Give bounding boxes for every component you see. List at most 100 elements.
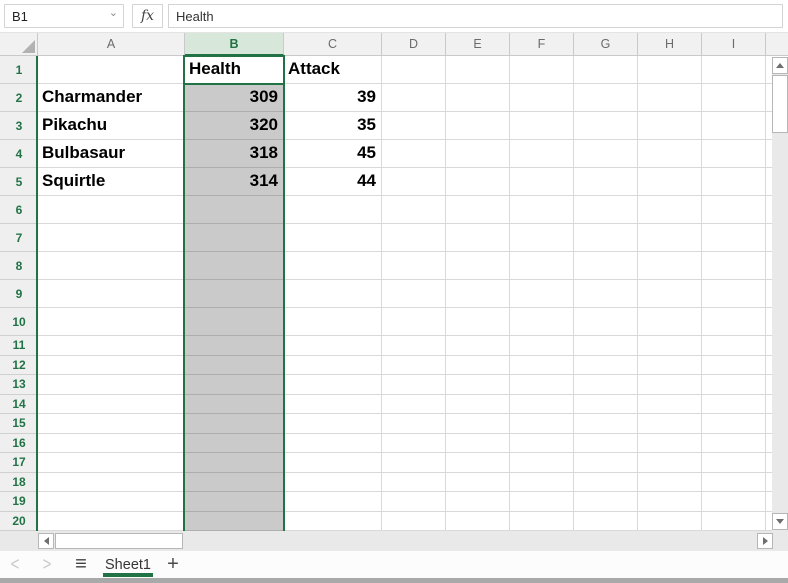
row-header-12[interactable]: 12 [0, 356, 38, 376]
cell-E13[interactable] [446, 375, 510, 395]
cell-C7[interactable] [284, 224, 382, 252]
cell-I10[interactable] [702, 308, 766, 336]
cell-C4[interactable]: 45 [284, 140, 382, 168]
cell-C10[interactable] [284, 308, 382, 336]
cell-H17[interactable] [638, 453, 702, 473]
cell-E12[interactable] [446, 356, 510, 376]
cell-F15[interactable] [510, 414, 574, 434]
cell-F14[interactable] [510, 395, 574, 415]
cell-F20[interactable] [510, 512, 574, 532]
cell-F1[interactable] [510, 56, 574, 84]
cell-H8[interactable] [638, 252, 702, 280]
cell-I14[interactable] [702, 395, 766, 415]
scroll-left-button[interactable] [38, 533, 54, 549]
cell-A3[interactable]: Pikachu [38, 112, 185, 140]
sheet-menu-icon[interactable]: ≡ [68, 551, 94, 578]
cell-D20[interactable] [382, 512, 446, 532]
column-header-G[interactable]: G [574, 33, 638, 56]
cell-D16[interactable] [382, 434, 446, 454]
cell-H11[interactable] [638, 336, 702, 356]
cell-A4[interactable]: Bulbasaur [38, 140, 185, 168]
cell-D12[interactable] [382, 356, 446, 376]
cell-G11[interactable] [574, 336, 638, 356]
cell-I2[interactable] [702, 84, 766, 112]
cell-D19[interactable] [382, 492, 446, 512]
cell-C1[interactable]: Attack [284, 56, 382, 84]
column-header-C[interactable]: C [284, 33, 382, 56]
cell-F12[interactable] [510, 356, 574, 376]
row-header-9[interactable]: 9 [0, 280, 38, 308]
cell-A15[interactable] [38, 414, 185, 434]
cell-B10[interactable] [185, 308, 284, 336]
cell-B16[interactable] [185, 434, 284, 454]
cell-I3[interactable] [702, 112, 766, 140]
horizontal-scrollbar[interactable] [0, 531, 788, 551]
cell-D2[interactable] [382, 84, 446, 112]
cell-I11[interactable] [702, 336, 766, 356]
cell-B8[interactable] [185, 252, 284, 280]
cell-F3[interactable] [510, 112, 574, 140]
cell-G4[interactable] [574, 140, 638, 168]
column-header-E[interactable]: E [446, 33, 510, 56]
cell-G18[interactable] [574, 473, 638, 493]
cell-E17[interactable] [446, 453, 510, 473]
cell-D13[interactable] [382, 375, 446, 395]
name-box-dropdown-icon[interactable]: ⌄ [109, 6, 118, 19]
name-box[interactable]: B1 ⌄ [4, 4, 124, 28]
column-header-I[interactable]: I [702, 33, 766, 56]
vertical-scrollbar-thumb[interactable] [772, 75, 788, 133]
cell-A1[interactable] [38, 56, 185, 84]
cell-I15[interactable] [702, 414, 766, 434]
cell-B11[interactable] [185, 336, 284, 356]
cell-C16[interactable] [284, 434, 382, 454]
cell-C18[interactable] [284, 473, 382, 493]
sheet-tab-sheet1[interactable]: Sheet1 [100, 551, 156, 578]
cell-G20[interactable] [574, 512, 638, 532]
cell-C13[interactable] [284, 375, 382, 395]
cell-D15[interactable] [382, 414, 446, 434]
cell-I19[interactable] [702, 492, 766, 512]
row-header-11[interactable]: 11 [0, 336, 38, 356]
row-header-7[interactable]: 7 [0, 224, 38, 252]
cell-H16[interactable] [638, 434, 702, 454]
cell-D11[interactable] [382, 336, 446, 356]
row-header-8[interactable]: 8 [0, 252, 38, 280]
cell-F6[interactable] [510, 196, 574, 224]
cell-G9[interactable] [574, 280, 638, 308]
cell-A8[interactable] [38, 252, 185, 280]
cell-B3[interactable]: 320 [185, 112, 284, 140]
cell-B7[interactable] [185, 224, 284, 252]
row-header-14[interactable]: 14 [0, 395, 38, 415]
cell-C12[interactable] [284, 356, 382, 376]
cell-B5[interactable]: 314 [185, 168, 284, 196]
cell-H7[interactable] [638, 224, 702, 252]
cell-I8[interactable] [702, 252, 766, 280]
cell-B17[interactable] [185, 453, 284, 473]
cell-C2[interactable]: 39 [284, 84, 382, 112]
cell-H4[interactable] [638, 140, 702, 168]
cell-C14[interactable] [284, 395, 382, 415]
cell-A5[interactable]: Squirtle [38, 168, 185, 196]
cell-E18[interactable] [446, 473, 510, 493]
cell-F7[interactable] [510, 224, 574, 252]
cell-E15[interactable] [446, 414, 510, 434]
cell-B18[interactable] [185, 473, 284, 493]
cell-D8[interactable] [382, 252, 446, 280]
cell-G10[interactable] [574, 308, 638, 336]
cell-C17[interactable] [284, 453, 382, 473]
cell-I16[interactable] [702, 434, 766, 454]
cell-D4[interactable] [382, 140, 446, 168]
cell-E16[interactable] [446, 434, 510, 454]
cell-I9[interactable] [702, 280, 766, 308]
column-header-B[interactable]: B [185, 33, 284, 56]
row-header-6[interactable]: 6 [0, 196, 38, 224]
cell-G13[interactable] [574, 375, 638, 395]
cell-B19[interactable] [185, 492, 284, 512]
row-header-3[interactable]: 3 [0, 112, 38, 140]
cell-B13[interactable] [185, 375, 284, 395]
row-header-17[interactable]: 17 [0, 453, 38, 473]
cell-A19[interactable] [38, 492, 185, 512]
cell-E4[interactable] [446, 140, 510, 168]
cell-I6[interactable] [702, 196, 766, 224]
cell-B6[interactable] [185, 196, 284, 224]
